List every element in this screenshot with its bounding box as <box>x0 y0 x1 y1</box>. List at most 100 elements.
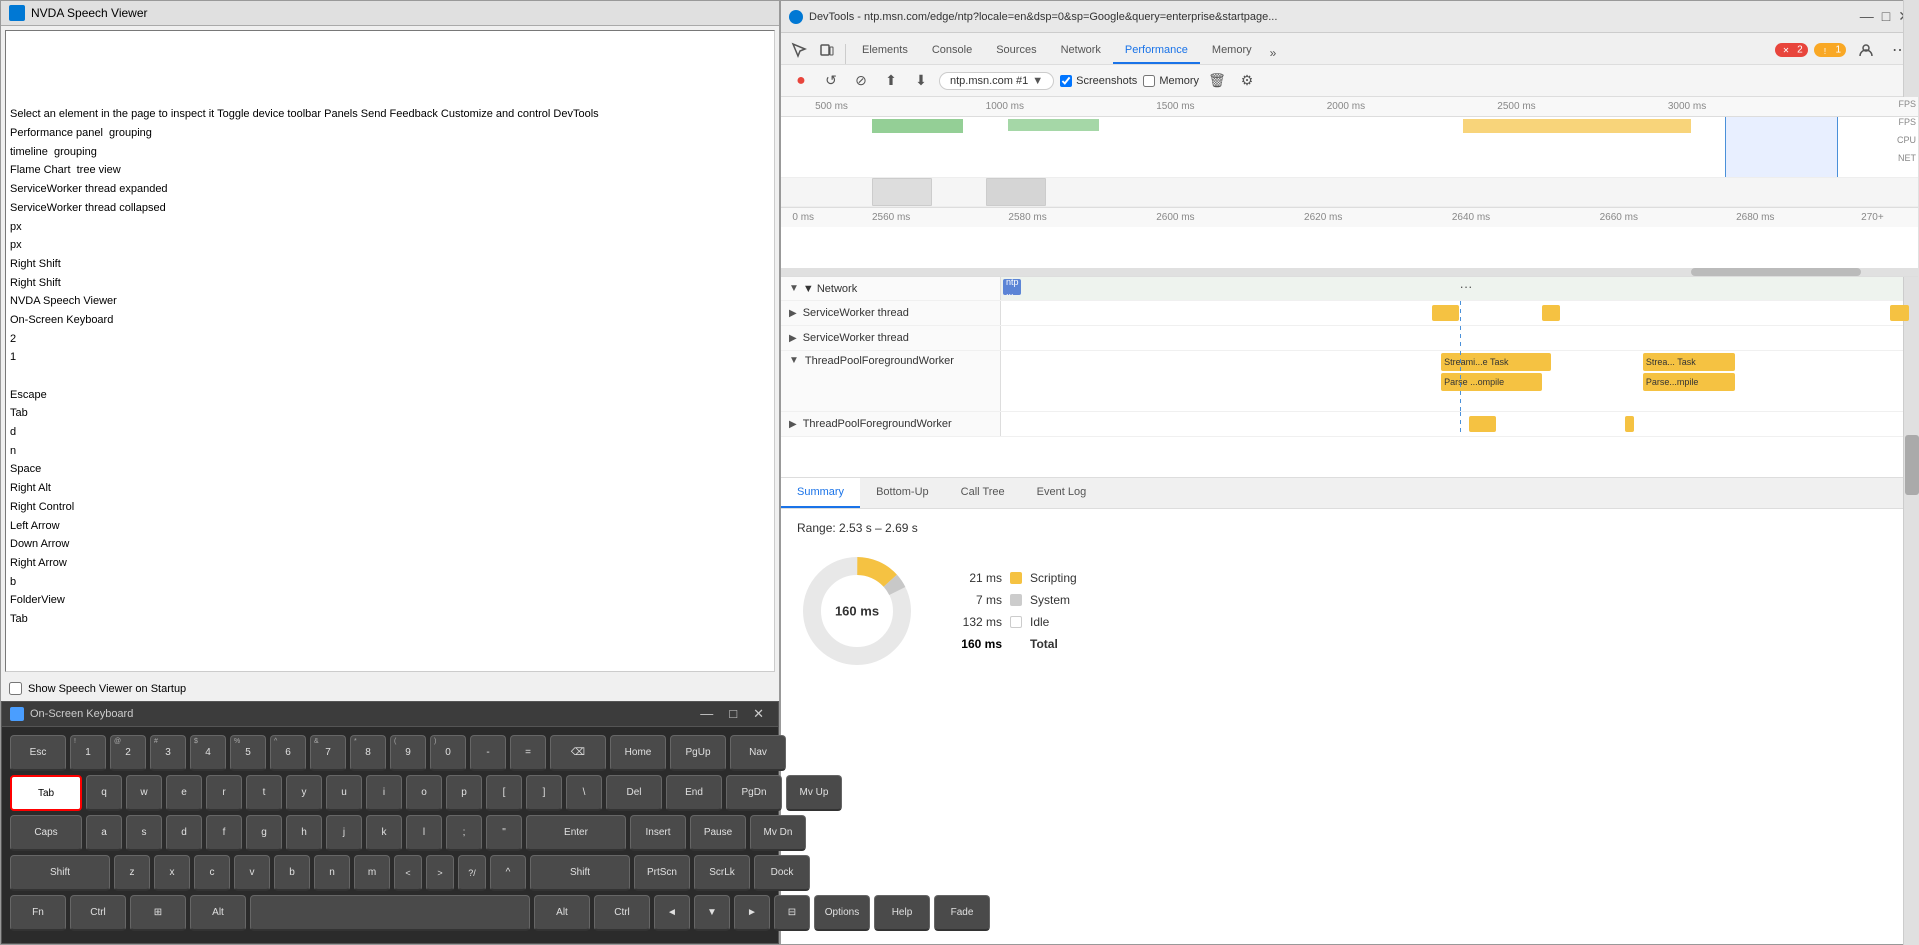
key-1[interactable]: !1 <box>70 735 106 771</box>
key-d[interactable]: d <box>166 815 202 851</box>
key-v[interactable]: v <box>234 855 270 891</box>
screenshots-label[interactable]: Screenshots <box>1060 75 1137 87</box>
tab-eventlog[interactable]: Event Log <box>1021 478 1103 508</box>
speech-content-area[interactable]: Select an element in the page to inspect… <box>5 30 775 672</box>
tab-sources[interactable]: Sources <box>984 38 1048 64</box>
tab-summary[interactable]: Summary <box>781 478 860 508</box>
devtools-minimize-btn[interactable]: — <box>1860 8 1874 25</box>
key-pause[interactable]: Pause <box>690 815 746 851</box>
keyboard-minimize-btn[interactable]: — <box>694 706 719 722</box>
key-ralt[interactable]: Alt <box>534 895 590 931</box>
key-z[interactable]: z <box>114 855 150 891</box>
key-prtscn[interactable]: PrtScn <box>634 855 690 891</box>
key-w[interactable]: w <box>126 775 162 811</box>
key-mvdn[interactable]: Mv Dn <box>750 815 806 851</box>
speech-scroll[interactable]: Select an element in the page to inspect… <box>10 70 770 672</box>
record-btn[interactable]: ● <box>789 69 813 93</box>
threads-area[interactable]: ▼ ▼ Network ntp ... ··· ▶ ServiceWorker … <box>781 277 1918 477</box>
tp1-expand-icon[interactable]: ▼ <box>789 355 799 366</box>
key-3[interactable]: #3 <box>150 735 186 771</box>
user-btn[interactable] <box>1852 36 1880 64</box>
memory-checkbox[interactable] <box>1143 75 1155 87</box>
key-dock[interactable]: Dock <box>754 855 810 891</box>
key-h[interactable]: h <box>286 815 322 851</box>
show-startup-checkbox[interactable] <box>9 682 22 695</box>
key-comma[interactable]: < <box>394 855 422 891</box>
key-minus[interactable]: - <box>470 735 506 771</box>
tab-network[interactable]: Network <box>1049 38 1113 64</box>
hscroll-thumb[interactable] <box>1691 268 1862 276</box>
key-right[interactable]: ► <box>734 895 770 931</box>
tab-bottomup[interactable]: Bottom-Up <box>860 478 945 508</box>
key-y[interactable]: y <box>286 775 322 811</box>
key-rbracket[interactable]: ] <box>526 775 562 811</box>
key-lctrl[interactable]: Ctrl <box>70 895 126 931</box>
upload-profile-btn[interactable]: ⬆ <box>879 69 903 93</box>
key-lbracket[interactable]: [ <box>486 775 522 811</box>
key-2[interactable]: @2 <box>110 735 146 771</box>
tab-performance[interactable]: Performance <box>1113 38 1200 64</box>
key-down[interactable]: ▼ <box>694 895 730 931</box>
key-e[interactable]: e <box>166 775 202 811</box>
key-5[interactable]: %5 <box>230 735 266 771</box>
key-u[interactable]: u <box>326 775 362 811</box>
key-9[interactable]: (9 <box>390 735 426 771</box>
tab-memory[interactable]: Memory <box>1200 38 1264 64</box>
key-t[interactable]: t <box>246 775 282 811</box>
key-enter[interactable]: Enter <box>526 815 626 851</box>
key-q[interactable]: q <box>86 775 122 811</box>
key-left[interactable]: ◄ <box>654 895 690 931</box>
key-help[interactable]: Help <box>874 895 930 931</box>
tp2-expand-icon[interactable]: ▶ <box>789 419 797 430</box>
timeline-overview[interactable]: 500 ms 1000 ms 1500 ms 2000 ms 2500 ms 3… <box>781 97 1918 277</box>
key-0[interactable]: )0 <box>430 735 466 771</box>
inspect-element-btn[interactable] <box>785 36 813 64</box>
keyboard-restore-btn[interactable]: □ <box>723 706 743 722</box>
key-j[interactable]: j <box>326 815 362 851</box>
key-scrlk[interactable]: ScrLk <box>694 855 750 891</box>
key-win[interactable]: ⊞ <box>130 895 186 931</box>
key-7[interactable]: &7 <box>310 735 346 771</box>
key-caps[interactable]: Caps <box>10 815 82 851</box>
network-expand-icon[interactable]: ▼ <box>789 283 799 294</box>
tp2-label[interactable]: ▶ ThreadPoolForegroundWorker <box>781 412 1001 436</box>
key-p[interactable]: p <box>446 775 482 811</box>
key-8[interactable]: *8 <box>350 735 386 771</box>
key-pgdn[interactable]: PgDn <box>726 775 782 811</box>
selection-range[interactable] <box>1725 117 1839 177</box>
key-rctrl[interactable]: Ctrl <box>594 895 650 931</box>
key-i[interactable]: i <box>366 775 402 811</box>
key-o[interactable]: o <box>406 775 442 811</box>
key-fade[interactable]: Fade <box>934 895 990 931</box>
screenshots-checkbox[interactable] <box>1060 75 1072 87</box>
keyboard-close-btn[interactable]: ✕ <box>747 706 770 722</box>
key-options[interactable]: Options <box>814 895 870 931</box>
clear-btn[interactable]: ⊘ <box>849 69 873 93</box>
key-rshift[interactable]: Shift <box>530 855 630 891</box>
sw2-expand-icon[interactable]: ▶ <box>789 333 797 344</box>
key-tab[interactable]: Tab <box>10 775 82 811</box>
key-equals[interactable]: = <box>510 735 546 771</box>
key-nav[interactable]: Nav <box>730 735 786 771</box>
devtools-restore-btn[interactable]: □ <box>1882 8 1890 25</box>
key-period[interactable]: > <box>426 855 454 891</box>
more-tabs-btn[interactable]: » <box>1264 42 1283 64</box>
key-g[interactable]: g <box>246 815 282 851</box>
key-lalt[interactable]: Alt <box>190 895 246 931</box>
settings-btn[interactable]: ⚙ <box>1235 69 1259 93</box>
sw2-label[interactable]: ▶ ServiceWorker thread <box>781 326 1001 350</box>
download-profile-btn[interactable]: ⬇ <box>909 69 933 93</box>
key-backslash[interactable]: \ <box>566 775 602 811</box>
key-space[interactable] <box>250 895 530 931</box>
key-n[interactable]: n <box>314 855 350 891</box>
key-menu[interactable]: ⊟ <box>774 895 810 931</box>
key-x[interactable]: x <box>154 855 190 891</box>
delete-profile-btn[interactable]: 🗑 <box>1205 69 1229 93</box>
key-home[interactable]: Home <box>610 735 666 771</box>
tab-elements[interactable]: Elements <box>850 38 920 64</box>
timeline-hscroll[interactable] <box>781 268 1918 276</box>
key-semicolon[interactable]: ; <box>446 815 482 851</box>
key-a[interactable]: a <box>86 815 122 851</box>
tp1-label[interactable]: ▼ ThreadPoolForegroundWorker <box>781 351 1001 411</box>
url-dropdown-btn[interactable]: ▼ <box>1032 75 1043 87</box>
